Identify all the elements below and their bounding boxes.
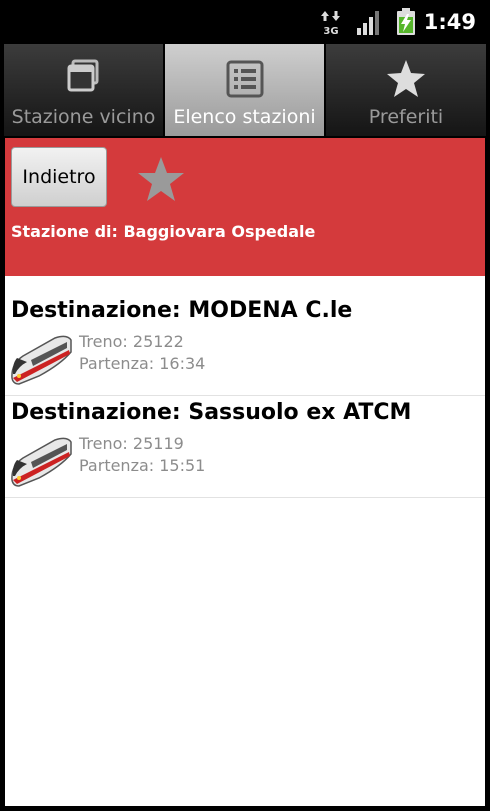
station-name: Stazione di: Baggiovara Ospedale xyxy=(11,222,316,241)
battery-charging-icon xyxy=(397,8,415,35)
departures-list: Destinazione: MODENA C.le Treno: 25122 P… xyxy=(5,276,485,498)
train-number: Treno: 25119 xyxy=(79,434,184,453)
star-icon xyxy=(387,60,425,97)
tab-preferiti[interactable]: Preferiti xyxy=(326,44,486,136)
clock: 1:49 xyxy=(423,10,476,34)
signal-icon xyxy=(357,11,379,35)
list-icon xyxy=(226,60,263,98)
list-item[interactable]: Destinazione: Sassuolo ex ATCM Treno: 25… xyxy=(5,396,485,498)
destination-title: Destinazione: Sassuolo ex ATCM xyxy=(11,400,412,425)
departure-time: Partenza: 15:51 xyxy=(79,456,206,475)
network-3g-icon: 3G xyxy=(321,11,340,36)
station-header: Indietro Stazione di: Baggiovara Ospedal… xyxy=(5,138,485,276)
departure-time: Partenza: 16:34 xyxy=(79,354,206,373)
train-icon xyxy=(11,335,72,385)
train-number: Treno: 25122 xyxy=(79,332,184,351)
tab-elenco-stazioni[interactable]: Elenco stazioni xyxy=(165,44,324,136)
list-item[interactable]: Destinazione: MODENA C.le Treno: 25122 P… xyxy=(5,276,485,396)
tab-label: Preferiti xyxy=(368,106,444,128)
tab-label: Elenco stazioni xyxy=(173,106,316,128)
tab-stazione-vicino[interactable]: Stazione vicino xyxy=(4,44,163,136)
tab-label: Stazione vicino xyxy=(11,106,156,128)
svg-text:3G: 3G xyxy=(323,26,338,36)
tab-bar: Stazione vicino Elenco stazioni Preferit… xyxy=(0,44,490,136)
status-bar: 3G 1:49 xyxy=(0,0,490,44)
star-icon[interactable] xyxy=(136,156,186,202)
stacked-windows-icon xyxy=(67,59,98,92)
back-button[interactable]: Indietro xyxy=(11,147,107,207)
content-area: Indietro Stazione di: Baggiovara Ospedal… xyxy=(5,138,485,806)
destination-title: Destinazione: MODENA C.le xyxy=(11,298,353,323)
train-icon xyxy=(11,437,72,487)
